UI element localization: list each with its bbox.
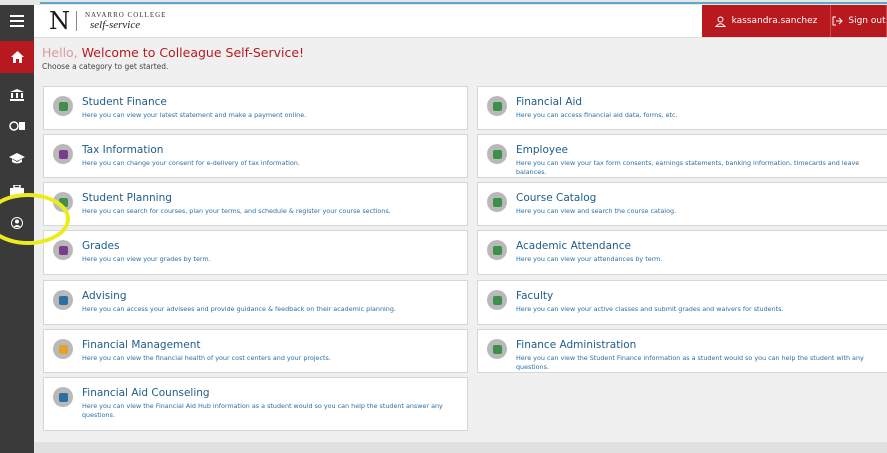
employee-icon-glyph	[492, 149, 502, 159]
hamburger-icon[interactable]	[0, 5, 34, 37]
finance-administration-icon-glyph	[492, 344, 502, 354]
card-description: Here you can view the Financial Aid Hub …	[82, 402, 443, 419]
finance-administration-icon	[487, 339, 507, 359]
card-title[interactable]: Faculty	[516, 290, 553, 302]
academic-attendance-icon-glyph	[492, 245, 502, 255]
sign-out-label: Sign out	[848, 16, 886, 26]
graduation-cap-icon[interactable]	[0, 143, 34, 175]
card-description: Here you can change your consent for e-d…	[82, 159, 300, 167]
card-employee[interactable]: Employee Here you can view your tax form …	[477, 134, 887, 178]
card-description: Here you can search for courses, plan yo…	[82, 207, 391, 215]
card-course-catalog[interactable]: Course Catalog Here you can view and sear…	[477, 182, 887, 226]
card-financial-aid-counseling[interactable]: Financial Aid Counseling Here you can vie…	[43, 377, 468, 431]
page-title: Hello, Welcome to Colleague Self-Service…	[42, 45, 304, 60]
card-title[interactable]: Academic Attendance	[516, 240, 631, 252]
card-title[interactable]: Financial Management	[82, 339, 200, 351]
tax-information-icon-glyph	[58, 149, 68, 159]
greeting-welcome: Welcome to Colleague Self-Service!	[81, 45, 305, 60]
employee-icon	[487, 144, 507, 164]
card-title[interactable]: Financial Aid Counseling	[82, 387, 210, 399]
student-finance-icon	[53, 96, 73, 116]
logo-letter[interactable]: N	[49, 8, 70, 34]
card-student-finance[interactable]: Student Finance Here you can view your la…	[43, 86, 468, 130]
course-catalog-icon-glyph	[492, 197, 502, 207]
card-title[interactable]: Advising	[82, 290, 127, 302]
card-description: Here you can view your grades by term.	[82, 255, 211, 263]
bank-icon[interactable]	[0, 79, 34, 111]
card-title[interactable]: Financial Aid	[516, 96, 582, 108]
card-faculty[interactable]: Faculty Here you can view your active cla…	[477, 280, 887, 325]
card-student-planning[interactable]: Student Planning Here you can search for …	[43, 182, 468, 226]
card-title[interactable]: Finance Administration	[516, 339, 636, 351]
financial-aid-icon-glyph	[492, 101, 502, 111]
card-financial-management[interactable]: Financial Management Here you can view th…	[43, 329, 468, 373]
grades-icon-glyph	[58, 245, 68, 255]
user-menu-button[interactable]: kassandra.sanchez	[702, 5, 830, 37]
logo-college-name[interactable]: NAVARRO COLLEGE	[85, 11, 166, 19]
greeting-hello: Hello,	[42, 45, 78, 60]
logo-divider	[76, 11, 77, 31]
sign-out-icon	[832, 16, 844, 26]
card-advising[interactable]: Advising Here you can access your advisee…	[43, 280, 468, 325]
card-finance-administration[interactable]: Finance Administration Here you can view …	[477, 329, 887, 373]
card-description: Here you can view the financial health o…	[82, 354, 331, 362]
card-description: Here you can view your active classes an…	[516, 305, 784, 313]
academic-attendance-icon	[487, 240, 507, 260]
top-accent-line	[40, 2, 887, 4]
card-title[interactable]: Course Catalog	[516, 192, 596, 204]
card-description: Here you can access financial aid data, …	[516, 111, 678, 119]
card-title[interactable]: Tax Information	[82, 144, 163, 156]
user-icon	[714, 16, 726, 27]
financial-aid-counseling-icon-glyph	[58, 392, 68, 402]
card-description: Here you can view the Student Finance in…	[516, 354, 864, 371]
page-subtitle: Choose a category to get started.	[42, 62, 169, 71]
card-grades[interactable]: Grades Here you can view your grades by t…	[43, 230, 468, 275]
card-title[interactable]: Grades	[82, 240, 119, 252]
card-description: Here you can view your tax form consents…	[516, 159, 860, 176]
card-academic-attendance[interactable]: Academic Attendance Here you can view you…	[477, 230, 887, 275]
page-footer-strip	[34, 442, 887, 453]
sign-out-button[interactable]: Sign out	[830, 5, 887, 37]
financial-management-icon-glyph	[58, 344, 68, 354]
student-finance-icon-glyph	[58, 101, 68, 111]
advising-icon-glyph	[58, 295, 68, 305]
card-title[interactable]: Employee	[516, 144, 568, 156]
card-tax-information[interactable]: Tax Information Here you can change your …	[43, 134, 468, 178]
card-description: Here you can access your advisees and pr…	[82, 305, 396, 313]
financial-aid-icon	[487, 96, 507, 116]
financial-management-icon	[53, 339, 73, 359]
logo-self-service[interactable]: self-service	[90, 19, 140, 31]
financial-aid-counseling-icon	[53, 387, 73, 407]
faculty-icon-glyph	[492, 295, 502, 305]
card-financial-aid[interactable]: Financial Aid Here you can access financi…	[477, 86, 887, 130]
username-label: kassandra.sanchez	[731, 16, 818, 26]
home-icon[interactable]	[0, 41, 34, 73]
faculty-icon	[487, 290, 507, 310]
money-icon[interactable]	[0, 110, 34, 142]
card-description: Here you can view your attendances by te…	[516, 255, 663, 263]
advising-icon	[53, 290, 73, 310]
tax-information-icon	[53, 144, 73, 164]
app-header: N NAVARRO COLLEGE self-service kassandra…	[34, 5, 887, 38]
course-catalog-icon	[487, 192, 507, 212]
card-title[interactable]: Student Planning	[82, 192, 172, 204]
card-title[interactable]: Student Finance	[82, 96, 167, 108]
grades-icon	[53, 240, 73, 260]
card-description: Here you can view your latest statement …	[82, 111, 307, 119]
card-description: Here you can view and search the course …	[516, 207, 677, 215]
